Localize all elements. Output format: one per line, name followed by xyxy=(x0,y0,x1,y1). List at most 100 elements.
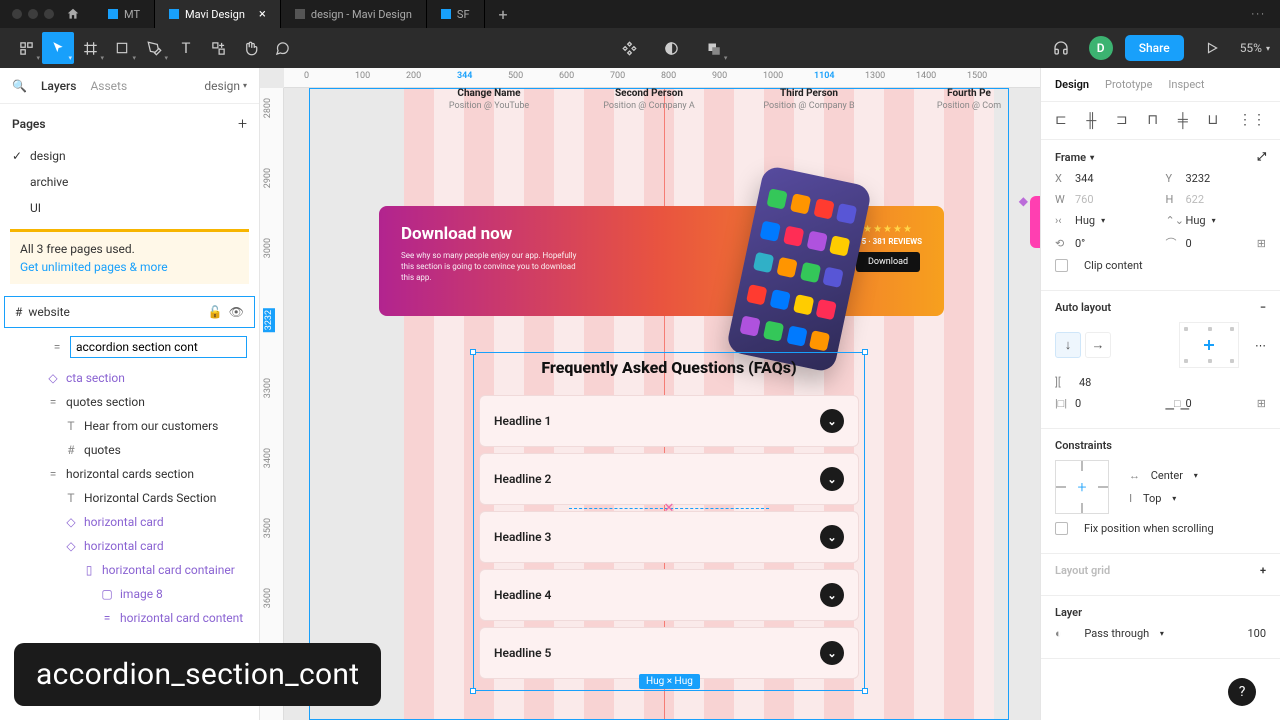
layer-item[interactable]: =quotes section xyxy=(0,390,259,414)
canvas[interactable]: 0100200344500600700800900100011041300140… xyxy=(260,68,1040,720)
fit-icon[interactable]: ⤢ xyxy=(1257,150,1266,164)
opacity-input[interactable]: 100 xyxy=(1247,627,1266,640)
rotation-input[interactable]: 0° xyxy=(1075,237,1156,250)
shape-tool-icon[interactable]: ▾ xyxy=(106,32,138,64)
pen-tool-icon[interactable]: ▾ xyxy=(138,32,170,64)
zoom-level[interactable]: 55%▾ xyxy=(1240,41,1270,55)
help-icon[interactable]: ? xyxy=(1228,678,1256,706)
w-input[interactable]: 760 xyxy=(1075,193,1156,206)
rename-field[interactable] xyxy=(70,336,247,358)
x-input[interactable]: 344 xyxy=(1075,172,1156,185)
tab-design-mavi[interactable]: design - Mavi Design xyxy=(281,0,427,28)
distribute-icon[interactable]: ⋮⋮ xyxy=(1238,112,1266,129)
y-input[interactable]: 3232 xyxy=(1186,172,1267,185)
add-grid-icon[interactable]: + xyxy=(1260,564,1266,577)
align-left-icon[interactable]: ⊏ xyxy=(1055,112,1067,129)
visibility-icon[interactable]: 👁 xyxy=(229,305,244,319)
layer-item[interactable]: #quotes xyxy=(0,438,259,462)
fix-position-checkbox[interactable] xyxy=(1055,522,1068,535)
adjacent-frame xyxy=(1030,196,1040,248)
search-icon[interactable]: 🔍 xyxy=(12,79,27,93)
resize-handle[interactable] xyxy=(470,349,476,355)
resize-w-dropdown[interactable]: ›‹Hug▾ xyxy=(1055,214,1156,227)
boolean-icon[interactable]: ▾ xyxy=(697,32,729,64)
tab-inspect[interactable]: Inspect xyxy=(1168,78,1204,91)
resize-handle[interactable] xyxy=(862,688,868,694)
clip-checkbox[interactable] xyxy=(1055,259,1068,272)
radius-input[interactable]: 0 xyxy=(1186,237,1251,250)
tab-mavi-design[interactable]: Mavi Design× xyxy=(155,0,281,28)
minimize-window[interactable] xyxy=(28,9,38,19)
move-tool-icon[interactable]: ▾ xyxy=(42,32,74,64)
layer-item[interactable]: =horizontal cards section xyxy=(0,462,259,486)
constraints-box[interactable]: + xyxy=(1055,460,1109,514)
gap-input[interactable]: 48 xyxy=(1079,376,1266,389)
direction-vertical-icon[interactable]: ↓ xyxy=(1055,332,1081,358)
present-icon[interactable] xyxy=(1196,32,1228,64)
padding-v-input[interactable]: 0 xyxy=(1186,397,1251,410)
lock-icon[interactable]: 🔓 xyxy=(208,305,223,319)
constraint-v-dropdown[interactable]: Ⅰ Top ▾ xyxy=(1129,492,1266,505)
gap-icon: ]​[ xyxy=(1055,376,1069,389)
layer-root[interactable]: # website 🔓👁 xyxy=(4,296,255,328)
blend-mode-dropdown[interactable]: Pass through ▾ xyxy=(1084,627,1164,640)
layer-item[interactable]: ▢image 8 xyxy=(0,582,259,606)
h-input[interactable]: 622 xyxy=(1186,193,1267,206)
page-design[interactable]: ✓design xyxy=(0,143,259,169)
tab-layers[interactable]: Layers xyxy=(41,79,77,93)
padding-h-input[interactable]: 0 xyxy=(1075,397,1156,410)
layer-item[interactable]: THorizontal Cards Section xyxy=(0,486,259,510)
avatar[interactable]: D xyxy=(1089,36,1113,60)
close-window[interactable] xyxy=(12,9,22,19)
resize-h-dropdown[interactable]: ⌃⌄Hug▾ xyxy=(1166,214,1267,227)
remove-autolayout-icon[interactable]: − xyxy=(1260,301,1266,314)
frame-tool-icon[interactable]: ▾ xyxy=(74,32,106,64)
tab-prototype[interactable]: Prototype xyxy=(1105,78,1152,91)
comment-tool-icon[interactable] xyxy=(266,32,298,64)
tab-sf[interactable]: SF xyxy=(427,0,485,28)
share-button[interactable]: Share xyxy=(1125,35,1184,61)
resize-handle[interactable] xyxy=(862,349,868,355)
layer-rename-input[interactable]: = xyxy=(4,331,255,363)
maximize-window[interactable] xyxy=(44,9,54,19)
align-bottom-icon[interactable]: ⊔ xyxy=(1207,112,1218,129)
tab-assets[interactable]: Assets xyxy=(90,79,127,93)
upgrade-link[interactable]: Get unlimited pages & more xyxy=(20,260,168,274)
padding-expand-icon[interactable]: ⊞ xyxy=(1257,397,1266,410)
resources-icon[interactable] xyxy=(202,32,234,64)
mask-icon[interactable] xyxy=(655,32,687,64)
home-icon[interactable] xyxy=(66,7,94,21)
component-icon[interactable] xyxy=(613,32,645,64)
layer-item[interactable]: ▯horizontal card container xyxy=(0,558,259,582)
page-archive[interactable]: archive xyxy=(0,169,259,195)
tab-mt[interactable]: MT xyxy=(94,0,155,28)
download-button[interactable]: Download xyxy=(856,252,920,272)
layer-item[interactable]: =horizontal card content xyxy=(0,606,259,630)
align-hcenter-icon[interactable]: ╫ xyxy=(1086,112,1096,129)
align-top-icon[interactable]: ⊓ xyxy=(1147,112,1158,129)
align-vcenter-icon[interactable]: ╪ xyxy=(1178,112,1188,129)
main-menu-icon[interactable]: ▾ xyxy=(10,32,42,64)
layer-item[interactable]: THear from our customers xyxy=(0,414,259,438)
tab-overflow[interactable]: ··· xyxy=(1237,8,1280,21)
layer-item[interactable]: ◇cta section xyxy=(0,366,259,390)
close-icon[interactable]: × xyxy=(259,7,266,22)
constraint-h-dropdown[interactable]: ↔ Center ▾ xyxy=(1129,469,1266,482)
headphones-icon[interactable] xyxy=(1045,32,1077,64)
frame-dropdown[interactable]: Frame ▾ xyxy=(1055,151,1094,164)
text-tool-icon[interactable]: T xyxy=(170,32,202,64)
layer-item[interactable]: ◇horizontal card xyxy=(0,534,259,558)
alignment-box[interactable] xyxy=(1179,322,1239,368)
layer-item[interactable]: ◇horizontal card xyxy=(0,510,259,534)
direction-horizontal-icon[interactable]: → xyxy=(1085,332,1111,358)
resize-handle[interactable] xyxy=(470,688,476,694)
radius-expand-icon[interactable]: ⊞ xyxy=(1257,237,1266,250)
page-selector[interactable]: design▾ xyxy=(204,79,247,93)
new-tab-button[interactable]: + xyxy=(485,5,522,24)
align-right-icon[interactable]: ⊐ xyxy=(1116,112,1128,129)
add-page-icon[interactable]: + xyxy=(238,114,247,133)
tab-design[interactable]: Design xyxy=(1055,78,1089,91)
page-ui[interactable]: UI xyxy=(0,195,259,221)
autolayout-more-icon[interactable]: ⋯ xyxy=(1255,339,1266,352)
hand-tool-icon[interactable] xyxy=(234,32,266,64)
